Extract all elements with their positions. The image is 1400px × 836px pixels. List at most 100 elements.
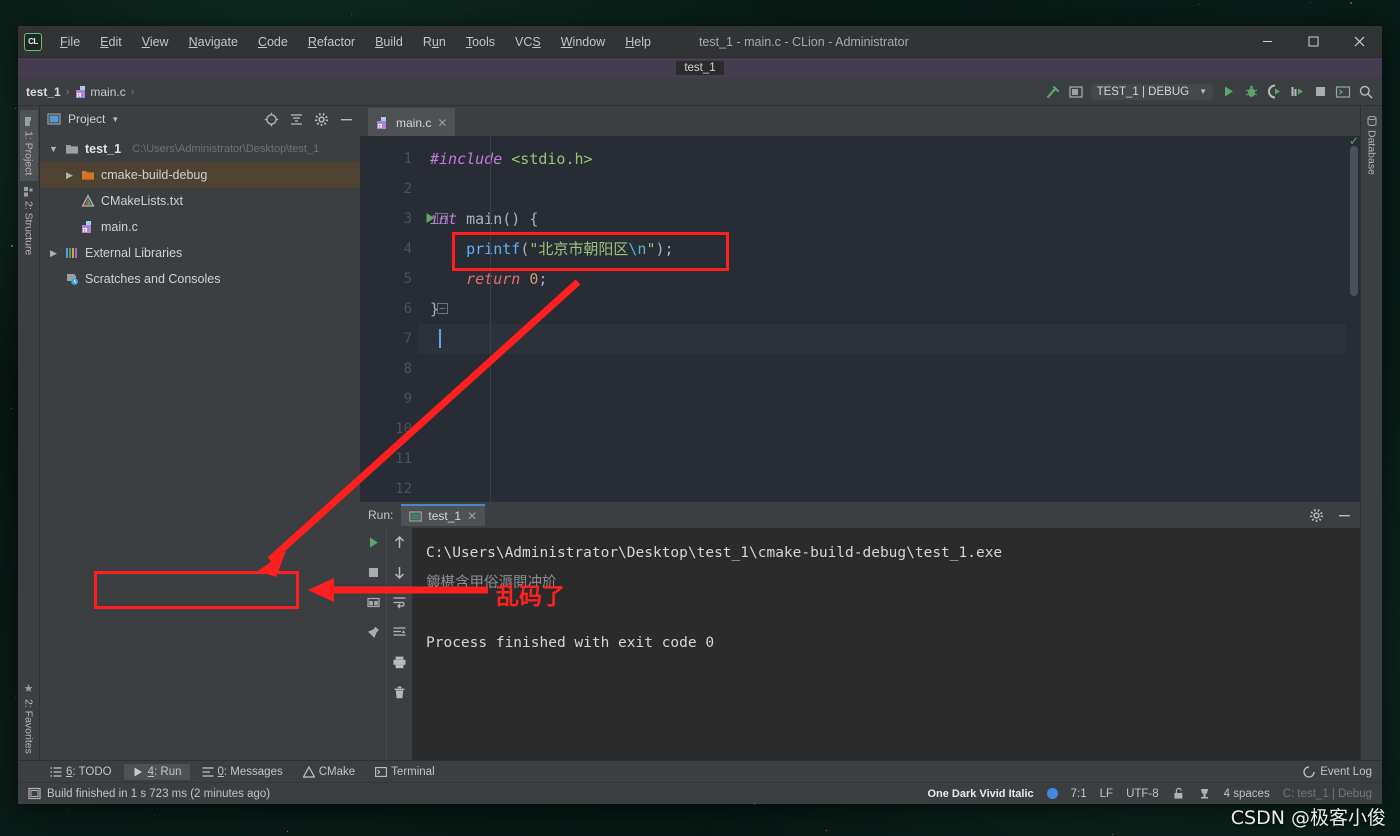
main-body: 1: Project 2: Structure ★ 2: Favorites P…	[18, 106, 1382, 760]
bottom-tab-4-run[interactable]: 4: Run	[123, 763, 190, 780]
bottom-tab-terminal[interactable]: Terminal	[367, 764, 442, 780]
bottom-tab-cmake[interactable]: CMake	[295, 764, 363, 780]
tree-node-cmake-build-debug[interactable]: ▶ cmake-build-debug	[40, 162, 360, 188]
line-separator[interactable]: LF	[1100, 788, 1113, 800]
project-caret-icon[interactable]: ▼	[111, 115, 119, 124]
menu-item-refactor[interactable]: Refactor	[298, 31, 365, 53]
soft-wrap-icon[interactable]	[392, 594, 408, 610]
menu-item-tools[interactable]: Tools	[456, 31, 505, 53]
code-line[interactable]	[418, 174, 1346, 204]
hide-panel-icon[interactable]	[338, 111, 354, 127]
code-line[interactable]	[418, 474, 1346, 502]
stop-icon[interactable]	[1312, 84, 1328, 100]
sidebar-item-structure[interactable]: 2: Structure	[20, 181, 38, 261]
sidebar-item-project[interactable]: 1: Project	[19, 110, 38, 182]
menu-item-code[interactable]: Code	[248, 31, 298, 53]
code-line[interactable]: }	[418, 294, 1346, 324]
collapse-all-icon[interactable]	[288, 111, 304, 127]
scroll-to-end-icon[interactable]	[392, 624, 408, 640]
code-line[interactable]: printf("北京市朝阳区\n");	[418, 234, 1346, 264]
pin-icon[interactable]	[365, 624, 381, 640]
menu-item-help[interactable]: Help	[615, 31, 661, 53]
c-file-icon: c	[376, 116, 390, 130]
tree-node-scratches-and-consoles[interactable]: Scratches and Consoles	[40, 266, 360, 292]
search-icon[interactable]	[1358, 84, 1374, 100]
indent-setting[interactable]: 4 spaces	[1224, 788, 1270, 800]
hide-panel-icon[interactable]	[1336, 507, 1352, 523]
arrow-up-icon[interactable]	[392, 534, 408, 550]
color-scheme-label[interactable]: One Dark Vivid Italic	[927, 788, 1033, 800]
code-line[interactable]: return 0;	[418, 264, 1346, 294]
run-button-icon[interactable]	[1220, 84, 1236, 100]
menu-item-view[interactable]: View	[132, 31, 179, 53]
cmake-file-icon	[80, 193, 96, 209]
print-icon[interactable]	[392, 654, 408, 670]
menu-item-run[interactable]: Run	[413, 31, 456, 53]
debug-bug-icon[interactable]	[1243, 84, 1259, 100]
stop-icon[interactable]	[365, 564, 381, 580]
tree-expander-icon[interactable]: ▶	[48, 248, 59, 259]
toolchain-label[interactable]: C: test_1 | Debug	[1283, 788, 1372, 800]
build-project-icon[interactable]	[1068, 84, 1084, 100]
breadcrumb-project[interactable]: test_1	[26, 85, 61, 99]
close-button[interactable]	[1336, 26, 1382, 57]
sidebar-item-favorites[interactable]: ★ 2: Favorites	[19, 676, 38, 760]
menu-item-build[interactable]: Build	[365, 31, 413, 53]
menu-item-vcs[interactable]: VCS	[505, 31, 551, 53]
gear-icon[interactable]	[313, 111, 329, 127]
breadcrumb-file[interactable]: main.c	[90, 85, 125, 99]
menu-item-navigate[interactable]: Navigate	[179, 31, 248, 53]
trash-icon[interactable]	[392, 684, 408, 700]
code-line[interactable]: #include <stdio.h>	[418, 144, 1346, 174]
terminal-toggle-icon[interactable]	[1335, 84, 1351, 100]
layout-icon[interactable]	[365, 594, 381, 610]
gear-icon[interactable]	[1308, 507, 1324, 523]
run-with-coverage-icon[interactable]	[1266, 84, 1282, 100]
arrow-down-icon[interactable]	[392, 564, 408, 580]
tree-node-cmakelists-txt[interactable]: CMakeLists.txt	[40, 188, 360, 214]
code-line[interactable]	[418, 444, 1346, 474]
editor-tab-main-c[interactable]: c main.c ✕	[368, 108, 456, 136]
event-log-button[interactable]: Event Log	[1303, 766, 1382, 778]
code-line[interactable]	[418, 384, 1346, 414]
code-line[interactable]	[418, 354, 1346, 384]
project-tab[interactable]: test_1	[676, 61, 724, 75]
rerun-icon[interactable]	[365, 534, 381, 550]
code-line[interactable]	[418, 324, 1346, 354]
minimize-button[interactable]	[1244, 26, 1290, 57]
bottom-tab-6-todo[interactable]: 6: TODO	[42, 764, 120, 780]
tree-expander-icon[interactable]: ▼	[48, 144, 59, 154]
inspections-icon[interactable]	[1198, 787, 1211, 800]
tree-node-main-c[interactable]: c main.c	[40, 214, 360, 240]
code-line[interactable]: int main() {	[418, 204, 1346, 234]
lock-icon[interactable]	[1172, 787, 1185, 800]
editor-scrollbar-thumb[interactable]	[1350, 146, 1358, 296]
caret-position[interactable]: 7:1	[1071, 788, 1087, 800]
code-line[interactable]	[418, 414, 1346, 444]
bottom-tab-0-messages[interactable]: 0: Messages	[194, 764, 291, 780]
locate-target-icon[interactable]	[263, 111, 279, 127]
menu-item-file[interactable]: File	[50, 31, 90, 53]
build-hammer-icon[interactable]	[1045, 84, 1061, 100]
sidebar-item-database[interactable]: Database	[1363, 110, 1381, 181]
console-output[interactable]: C:\Users\Administrator\Desktop\test_1\cm…	[412, 528, 1360, 760]
database-icon	[1366, 116, 1377, 126]
tree-node-external-libraries[interactable]: ▶ External Libraries	[40, 240, 360, 266]
menu-item-window[interactable]: Window	[551, 31, 615, 53]
project-tree[interactable]: ▼ test_1 C:\Users\Administrator\Desktop\te…	[40, 132, 360, 760]
code-editor[interactable]: 1 2 3−4 5 6−7 8 9 10 11 12 #include <stdio.h> int…	[360, 134, 1360, 502]
profile-icon[interactable]	[1289, 84, 1305, 100]
close-icon[interactable]: ✕	[467, 509, 477, 523]
file-encoding[interactable]: UTF-8	[1126, 788, 1159, 800]
run-configuration-selector[interactable]: TEST_1 | DEBUG ▼	[1090, 83, 1213, 100]
tree-node-test-1[interactable]: ▼ test_1 C:\Users\Administrator\Desktop\te…	[40, 136, 360, 162]
code-token: \n	[628, 240, 647, 258]
editor-right-gutter[interactable]: ✓	[1346, 134, 1360, 502]
close-icon[interactable]: ✕	[437, 116, 447, 130]
tree-expander-icon[interactable]: ▶	[64, 170, 75, 181]
code-content[interactable]: #include <stdio.h> int main() { printf("…	[418, 136, 1346, 502]
menu-item-edit[interactable]: Edit	[90, 31, 132, 53]
maximize-button[interactable]	[1290, 26, 1336, 57]
run-tab-test1[interactable]: test_1 ✕	[401, 504, 486, 526]
